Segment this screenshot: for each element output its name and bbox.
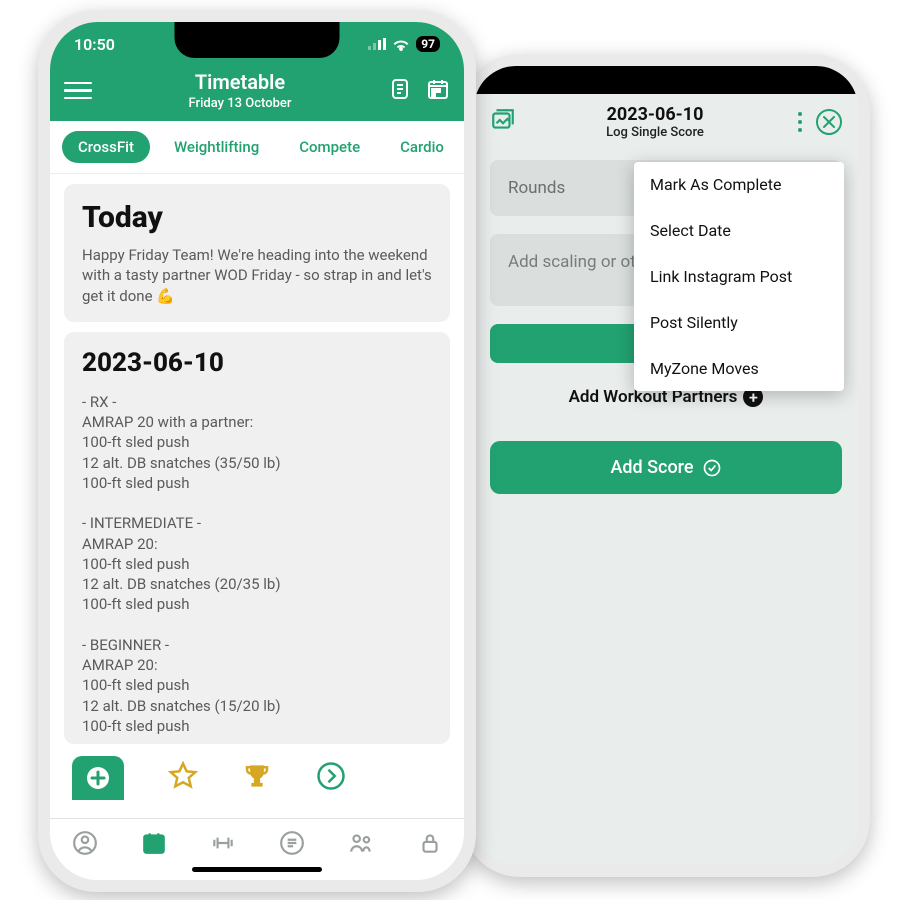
app-header: Timetable Friday 13 October <box>50 66 464 121</box>
nav-community[interactable] <box>347 829 375 857</box>
tab-weightlifting[interactable]: Weightlifting <box>158 131 275 163</box>
status-time: 10:50 <box>74 35 115 54</box>
add-score-label: Add Score <box>610 457 693 478</box>
cellular-icon <box>368 38 386 50</box>
trophy-icon[interactable] <box>242 761 272 795</box>
page-title: Timetable <box>92 70 388 94</box>
star-icon[interactable] <box>168 761 198 795</box>
phone-left: 10:50 97 Timetable Friday 13 October <box>38 10 476 892</box>
notes-icon[interactable] <box>388 77 412 105</box>
menu-item-mark-complete[interactable]: Mark As Complete <box>634 162 844 207</box>
log-title: 2023-06-10 <box>516 104 794 125</box>
wifi-icon <box>392 38 410 51</box>
close-button[interactable] <box>816 109 842 135</box>
gallery-icon[interactable] <box>490 107 516 137</box>
battery-badge: 97 <box>416 36 440 52</box>
ios-notch <box>175 22 340 58</box>
workout-card: 2023-06-10 - RX - AMRAP 20 with a partne… <box>64 332 450 744</box>
tab-crossfit[interactable]: CrossFit <box>62 131 150 163</box>
android-notch <box>566 66 766 94</box>
add-button[interactable] <box>72 756 124 800</box>
menu-item-post-silently[interactable]: Post Silently <box>634 299 844 345</box>
nav-workouts[interactable] <box>209 829 237 857</box>
log-subtitle: Log Single Score <box>516 125 794 140</box>
kebab-menu-icon[interactable] <box>794 108 806 136</box>
today-body: Happy Friday Team! We're heading into th… <box>82 245 432 306</box>
log-header: 2023-06-10 Log Single Score <box>474 94 858 150</box>
today-heading: Today <box>82 200 432 235</box>
nav-profile[interactable] <box>71 829 99 857</box>
nav-calendar[interactable] <box>140 829 168 857</box>
page-subtitle: Friday 13 October <box>92 96 388 111</box>
home-indicator <box>192 867 322 872</box>
tab-row: CrossFit Weightlifting Compete Cardio Ad… <box>50 121 464 174</box>
today-card: Today Happy Friday Team! We're heading i… <box>64 184 450 322</box>
menu-item-link-instagram[interactable]: Link Instagram Post <box>634 253 844 299</box>
workout-text: - RX - AMRAP 20 with a partner: 100-ft s… <box>82 392 432 736</box>
nav-lock[interactable] <box>416 829 444 857</box>
calendar-icon[interactable] <box>426 77 450 105</box>
tab-cardio[interactable]: Cardio <box>384 131 460 163</box>
menu-item-myzone-moves[interactable]: MyZone Moves <box>634 345 844 391</box>
nav-list[interactable] <box>278 829 306 857</box>
workout-date: 2023-06-10 <box>82 348 432 378</box>
add-score-button[interactable]: Add Score <box>490 441 842 494</box>
menu-item-select-date[interactable]: Select Date <box>634 207 844 253</box>
tab-compete[interactable]: Compete <box>283 131 376 163</box>
check-circle-icon <box>702 458 722 478</box>
arrow-right-icon[interactable] <box>316 761 346 795</box>
menu-icon[interactable] <box>64 82 92 100</box>
workout-actions <box>58 754 456 800</box>
phone-right: 2023-06-10 Log Single Score Rounds Add s… <box>462 54 870 877</box>
main-content: Today Happy Friday Team! We're heading i… <box>50 174 464 880</box>
plus-icon <box>86 766 110 790</box>
context-menu: Mark As Complete Select Date Link Instag… <box>634 162 844 391</box>
